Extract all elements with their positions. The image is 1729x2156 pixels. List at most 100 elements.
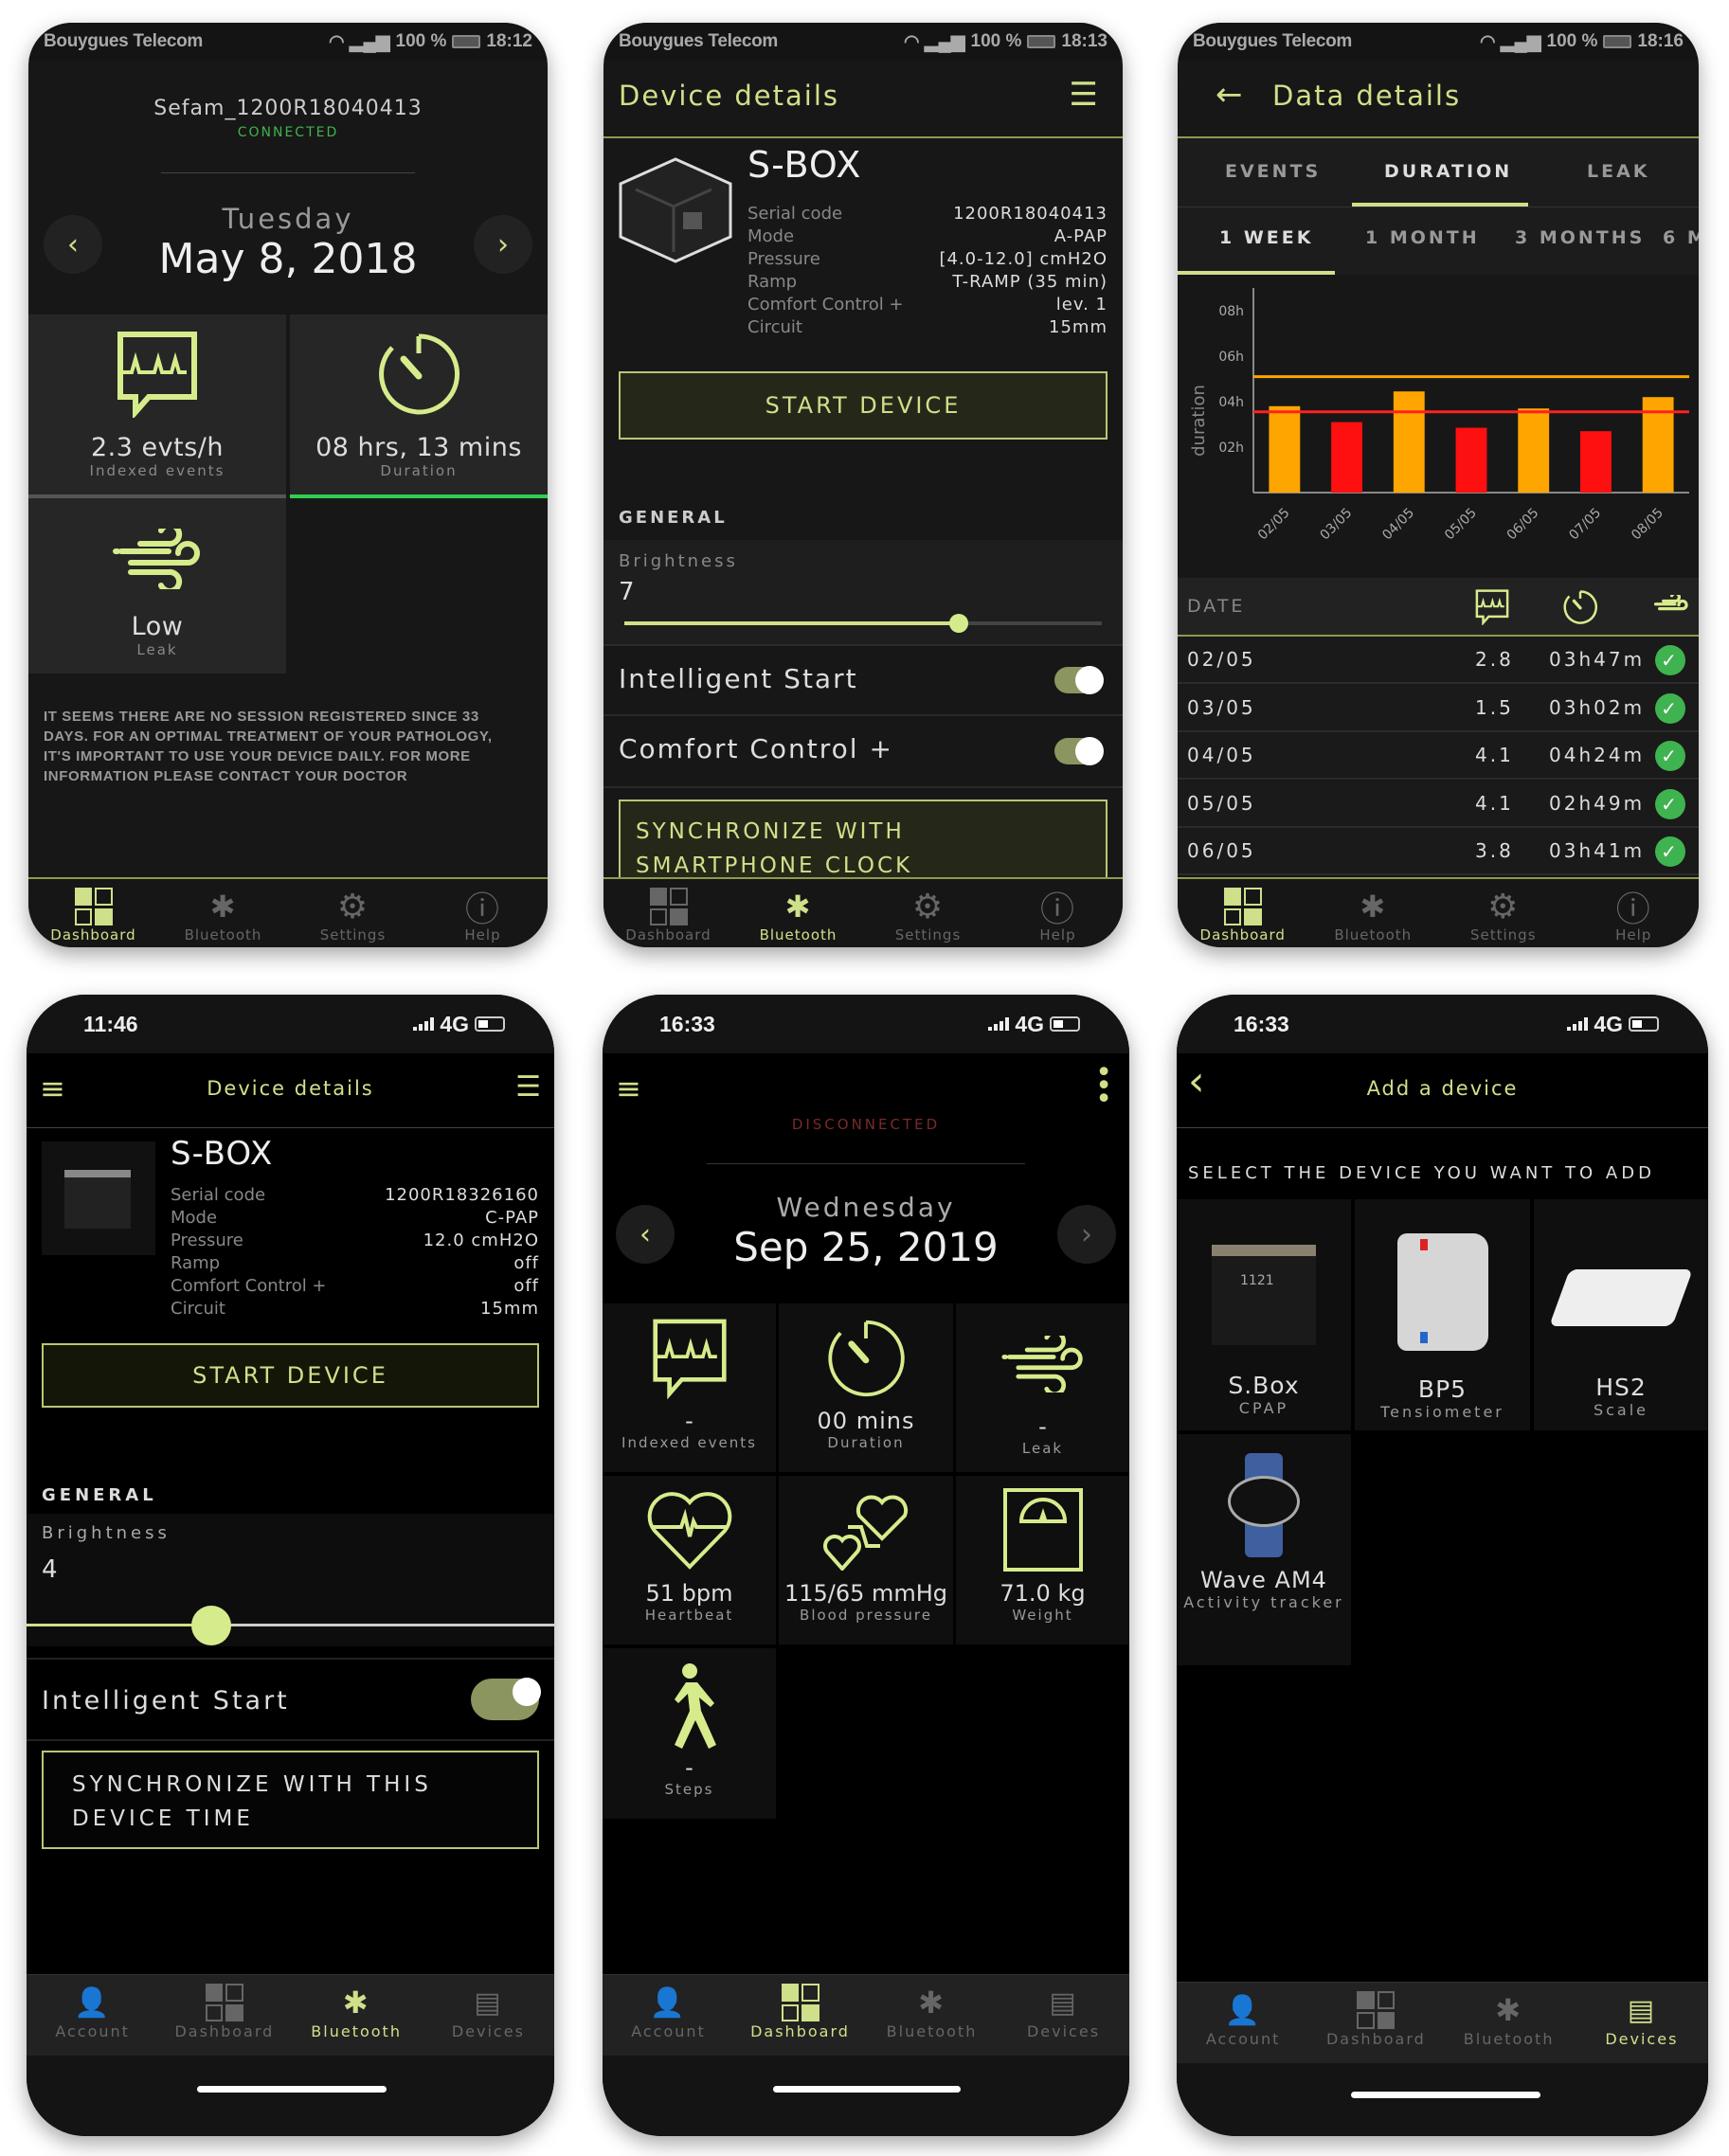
nav-bluetooth[interactable]: ✱ Bluetooth (291, 1975, 423, 2040)
tile-leak[interactable]: - Leak (956, 1303, 1129, 1472)
period-6-months[interactable]: 6 M (1663, 227, 1699, 248)
device-option-sbox[interactable]: 1121 S.Box CPAP (1177, 1199, 1351, 1430)
tile-weight[interactable]: 71.0 kg Weight (956, 1476, 1129, 1644)
nav-help[interactable]: ⓘ Help (993, 879, 1123, 943)
nav-dashboard[interactable]: Dashboard (1178, 879, 1308, 943)
bottom-nav: Dashboard ✱ Bluetooth ⚙ Settings ⓘ Help (28, 877, 548, 947)
nav-bluetooth[interactable]: ✱ Bluetooth (866, 1975, 998, 2040)
table-row[interactable]: 03/05 1.5 03h02m ✓ (1178, 684, 1699, 732)
nav-help[interactable]: ⓘ Help (418, 879, 548, 943)
bar-04-05 (1393, 391, 1425, 493)
intelligent-start-toggle[interactable] (1054, 666, 1104, 694)
back-arrow-icon[interactable]: ← (1216, 76, 1243, 114)
hamburger-menu-icon[interactable]: ≡ (616, 1070, 641, 1106)
tile-duration[interactable]: 00 mins Duration (779, 1303, 953, 1472)
spec-value: 1200R18326160 (385, 1185, 539, 1205)
slider-thumb[interactable] (948, 614, 968, 633)
device-option-hs2[interactable]: HS2 Scale (1534, 1199, 1708, 1430)
tile-value: - (1038, 1413, 1047, 1440)
row-events: 3.8 (1475, 839, 1514, 862)
tile-label: Leak (136, 641, 178, 658)
gear-icon: ⚙ (336, 887, 369, 926)
start-device-button[interactable]: START DEVICE (42, 1343, 539, 1408)
nav-dashboard[interactable]: Dashboard (734, 1975, 866, 2040)
nav-dashboard[interactable]: Dashboard (28, 879, 158, 943)
period-3-months[interactable]: 3 MONTHS (1515, 227, 1645, 248)
nav-dashboard[interactable]: Dashboard (158, 1975, 290, 2040)
divider (603, 786, 1123, 788)
home-indicator[interactable] (197, 2086, 387, 2093)
blood-pressure-monitor-image (1396, 1233, 1488, 1351)
device-specs: Serial code 1200R18040413 Mode A-PAP Press… (747, 203, 1108, 339)
nav-settings[interactable]: ⚙ Settings (863, 879, 993, 944)
device-option-wave-am4[interactable]: Wave AM4 Activity tracker (1177, 1434, 1351, 1665)
list-menu-icon[interactable]: ☰ (1070, 76, 1098, 114)
nav-label: Bluetooth (311, 2022, 402, 2040)
nav-bluetooth[interactable]: ✱ Bluetooth (1308, 879, 1439, 943)
brightness-slider[interactable] (624, 614, 1102, 633)
slider-thumb[interactable] (190, 1606, 231, 1645)
device-option-bp5[interactable]: BP5 Tensiometer (1355, 1199, 1530, 1430)
tile-value: Low (131, 612, 184, 641)
nav-dashboard[interactable]: Dashboard (1309, 1983, 1442, 2048)
nav-devices[interactable]: ▤ Devices (998, 1975, 1129, 2041)
nav-bluetooth[interactable]: ✱ Bluetooth (733, 879, 863, 943)
divider (27, 1658, 554, 1660)
nav-label: Settings (1469, 926, 1537, 943)
table-row[interactable]: 04/05 4.1 04h24m ✓ (1178, 732, 1699, 780)
tab-events[interactable]: EVENTS (1225, 161, 1321, 182)
spec-value: off (513, 1276, 539, 1296)
page-title: Device details (619, 80, 840, 112)
table-row[interactable]: 06/05 3.8 03h41m ✓ (1178, 828, 1699, 875)
nav-label: Bluetooth (886, 2022, 978, 2040)
nav-settings[interactable]: ⚙ Settings (1438, 879, 1569, 944)
nav-devices[interactable]: ▤ Devices (423, 1975, 554, 2041)
tile-leak[interactable]: Low Leak (28, 498, 286, 674)
more-vertical-icon[interactable]: • • • (1095, 1059, 1112, 1114)
home-indicator[interactable] (1351, 2092, 1540, 2098)
sbox-device-image: 1121 (1212, 1245, 1316, 1345)
period-1-week[interactable]: 1 WEEK (1219, 227, 1313, 248)
tile-indexed-events[interactable]: - Indexed events (603, 1303, 776, 1472)
tile-indexed-events[interactable]: 2.3 evts/h Indexed events (28, 314, 286, 494)
check-circle-icon: ✓ (1655, 692, 1685, 724)
wifi-signal-icon: ◠ ▂▄▆ (903, 31, 965, 52)
device-type: CPAP (1238, 1399, 1289, 1417)
intelligent-start-toggle[interactable] (471, 1678, 541, 1720)
start-device-button[interactable]: START DEVICE (619, 371, 1108, 440)
nav-settings[interactable]: ⚙ Settings (288, 879, 418, 944)
x-tick-label: 06/05 (1504, 506, 1542, 544)
period-1-month[interactable]: 1 MONTH (1365, 227, 1480, 248)
home-area (603, 2056, 1129, 2136)
tile-heartbeat[interactable]: 51 bpm Heartbeat (603, 1476, 776, 1644)
nav-label: Devices (1605, 2030, 1679, 2048)
tile-steps[interactable]: - Steps (603, 1648, 776, 1819)
nav-bluetooth[interactable]: ✱ Bluetooth (158, 879, 288, 943)
nav-label: Settings (894, 926, 962, 943)
nav-account[interactable]: 👤 Account (27, 1975, 158, 2041)
brightness-slider[interactable] (27, 1606, 554, 1645)
tile-blood-pressure[interactable]: 115/65 mmHg Blood pressure (779, 1476, 953, 1644)
nav-bluetooth[interactable]: ✱ Bluetooth (1443, 1983, 1576, 2048)
nav-label: Dashboard (1199, 926, 1286, 943)
tab-duration[interactable]: DURATION (1384, 161, 1512, 182)
table-row[interactable]: 02/05 2.8 03h47m ✓ (1178, 637, 1699, 684)
nav-devices[interactable]: ▤ Devices (1576, 1983, 1708, 2049)
comfort-control-toggle[interactable] (1054, 737, 1104, 765)
home-indicator[interactable] (773, 2086, 961, 2093)
nav-account[interactable]: 👤 Account (603, 1975, 734, 2041)
nav-account[interactable]: 👤 Account (1177, 1983, 1309, 2049)
list-menu-icon[interactable]: ☰ (515, 1070, 541, 1104)
sync-clock-button[interactable]: SYNCHRONIZE WITH SMARTPHONE CLOCK (619, 800, 1108, 885)
nav-help[interactable]: ⓘ Help (1569, 879, 1700, 943)
wifi-signal-icon: ◠ ▂▄▆ (328, 31, 390, 52)
sync-device-time-button[interactable]: SYNCHRONIZE WITH THIS DEVICE TIME (42, 1751, 539, 1849)
tile-duration[interactable]: 08 hrs, 13 mins Duration (290, 314, 548, 494)
bottom-nav: Dashboard ✱ Bluetooth ⚙ Settings ⓘ Help (1178, 877, 1699, 947)
x-tick-label: 08/05 (1629, 506, 1666, 544)
tab-leak[interactable]: LEAK (1587, 161, 1650, 182)
account-icon: 👤 (73, 1985, 112, 2020)
table-row[interactable]: 05/05 4.1 02h49m ✓ (1178, 780, 1699, 828)
nav-dashboard[interactable]: Dashboard (603, 879, 733, 943)
spec-value: A-PAP (1054, 226, 1108, 246)
